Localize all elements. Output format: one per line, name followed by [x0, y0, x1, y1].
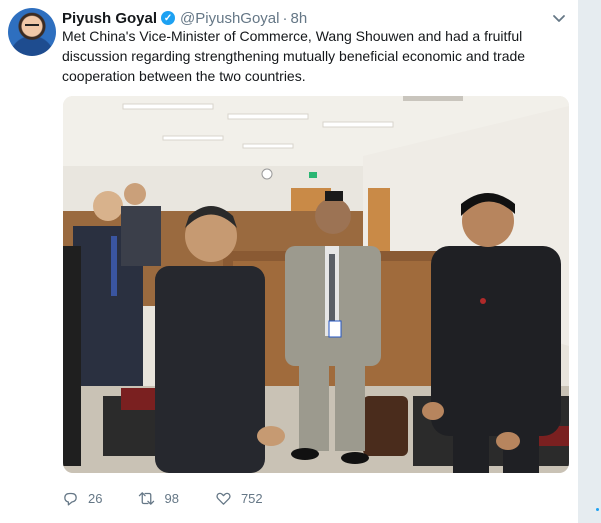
- chevron-down-icon[interactable]: [551, 10, 567, 26]
- reply-count: 26: [88, 490, 103, 506]
- author-name[interactable]: Piyush Goyal: [62, 10, 157, 27]
- tweet-card[interactable]: Piyush Goyal ✓ @PiyushGoyal · 8h Met Chi…: [0, 0, 578, 523]
- tweet-header: Piyush Goyal ✓ @PiyushGoyal · 8h: [62, 8, 307, 28]
- tweet-actions: 26 98 752: [62, 488, 299, 508]
- retweet-action[interactable]: 98: [138, 490, 179, 507]
- tweet-photo[interactable]: [63, 96, 569, 473]
- rail-dot: [596, 508, 599, 511]
- verified-badge-icon: ✓: [161, 11, 176, 25]
- like-count: 752: [240, 490, 263, 506]
- heart-icon: [216, 492, 231, 505]
- reply-icon: [64, 492, 77, 506]
- header-separator: ·: [282, 9, 288, 27]
- author-handle[interactable]: @PiyushGoyal: [180, 10, 279, 27]
- retweet-icon: [139, 491, 155, 505]
- tweet-timestamp[interactable]: 8h: [290, 10, 307, 27]
- photo-scene: [63, 96, 569, 473]
- right-rail-background: [578, 0, 601, 523]
- tweet-text: Met China's Vice-Minister of Commerce, W…: [62, 28, 526, 84]
- avatar-glasses-detail: [25, 24, 39, 29]
- reply-action[interactable]: 26: [62, 490, 102, 507]
- author-avatar[interactable]: [8, 8, 56, 56]
- retweet-count: 98: [164, 490, 179, 506]
- like-action[interactable]: 752: [215, 490, 263, 507]
